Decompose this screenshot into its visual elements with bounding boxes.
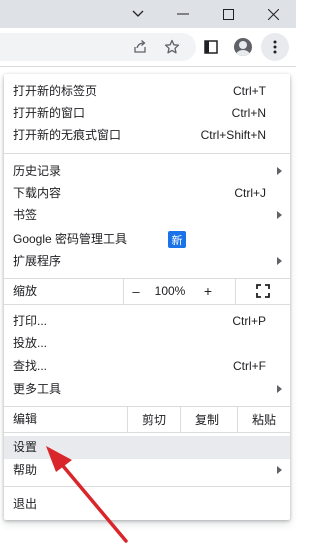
annotation-arrow-icon	[46, 446, 128, 543]
